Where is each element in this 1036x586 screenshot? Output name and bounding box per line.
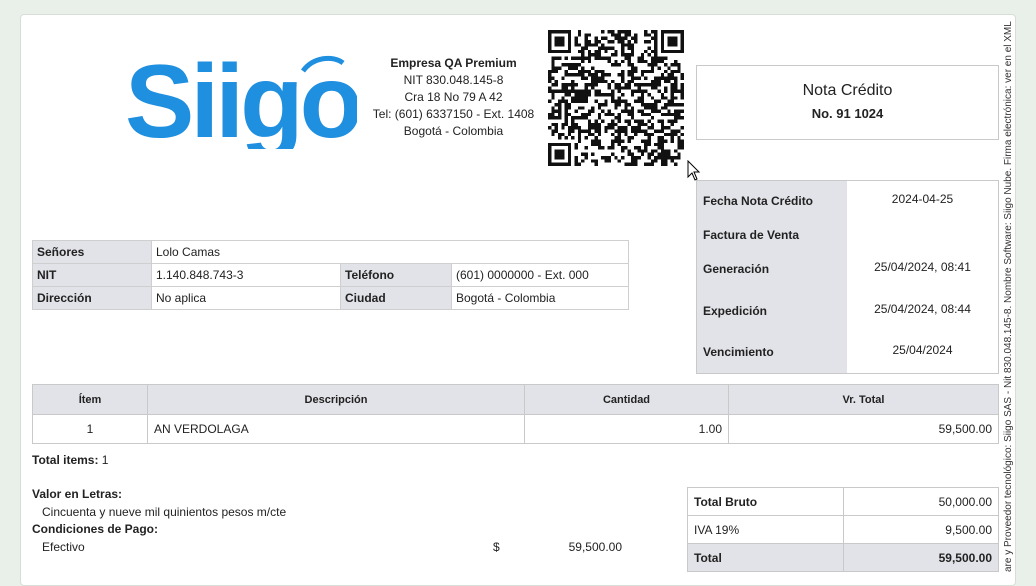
company-name: Empresa QA Premium xyxy=(390,56,517,70)
grand-total-value: 59,500.00 xyxy=(843,543,999,572)
senores-label: Señores xyxy=(32,240,152,264)
software-provider-note: are y Proveedor tecnológico: Siigo SAS -… xyxy=(1003,21,1014,572)
header-quantity: Cantidad xyxy=(524,384,729,415)
document-title-box: Nota Crédito No. 91 1024 xyxy=(696,65,999,140)
document-number: No. 91 1024 xyxy=(811,106,884,121)
dates-box: Fecha Nota Crédito 2024-04-25 Factura de… xyxy=(696,180,999,374)
date-value: 25/04/2024, 08:44 xyxy=(874,302,971,316)
date-label: Vencimiento xyxy=(703,345,774,359)
item-quantity: 1.00 xyxy=(524,414,729,444)
payment-currency: $ xyxy=(493,540,500,554)
iva-label: IVA 19% xyxy=(687,515,844,544)
nit-value: 1.140.848.743-3 xyxy=(151,263,341,287)
header-description: Descripción xyxy=(147,384,525,415)
document-sheet: Siigo Empresa QA Premium NIT 830.048.145… xyxy=(20,14,1016,586)
payment-amount: 59,500.00 xyxy=(568,540,622,554)
letters-label: Valor en Letras: xyxy=(32,487,123,501)
header-item: Ítem xyxy=(32,384,148,415)
table-row: 1 AN VERDOLAGA 1.00 59,500.00 xyxy=(32,414,999,444)
direccion-label: Dirección xyxy=(32,286,152,310)
company-phone: Tel: (601) 6337150 - Ext. 1408 xyxy=(372,107,535,121)
qr-code xyxy=(548,30,684,166)
company-address: Cra 18 No 79 A 42 xyxy=(404,90,503,104)
items-table: Ítem Descripción Cantidad Vr. Total 1 AN… xyxy=(32,384,999,444)
customer-row: Dirección No aplica Ciudad Bogotá - Colo… xyxy=(32,286,629,310)
customer-table: Señores Lolo Camas NIT 1.140.848.743-3 T… xyxy=(32,240,629,310)
company-city: Bogotá - Colombia xyxy=(403,124,504,138)
svg-text:Siigo: Siigo xyxy=(125,49,357,149)
total-items-value: 1 xyxy=(101,453,109,467)
total-bruto-label: Total Bruto xyxy=(687,487,844,516)
company-info: Empresa QA Premium NIT 830.048.145-8 Cra… xyxy=(356,55,551,140)
iva-value: 9,500.00 xyxy=(843,515,999,544)
date-value: 25/04/2024, 08:41 xyxy=(874,260,971,274)
item-total: 59,500.00 xyxy=(728,414,999,444)
telefono-value: (601) 0000000 - Ext. 000 xyxy=(451,263,629,287)
senores-value: Lolo Camas xyxy=(151,240,629,264)
mouse-cursor-icon xyxy=(687,160,701,181)
date-label: Expedición xyxy=(703,304,768,318)
date-value: 2024-04-25 xyxy=(891,192,954,206)
items-header-row: Ítem Descripción Cantidad Vr. Total xyxy=(32,384,999,415)
customer-row: NIT 1.140.848.743-3 Teléfono (601) 00000… xyxy=(32,263,629,287)
total-items-label: Total items: xyxy=(32,453,99,467)
item-description: AN VERDOLAGA xyxy=(147,414,525,444)
telefono-label: Teléfono xyxy=(340,263,452,287)
payment-label: Condiciones de Pago: xyxy=(32,522,159,536)
totals-row: Total Bruto 50,000.00 xyxy=(687,487,999,516)
date-label: Factura de Venta xyxy=(703,228,800,242)
totals-row: IVA 19% 9,500.00 xyxy=(687,515,999,544)
totals-table: Total Bruto 50,000.00 IVA 19% 9,500.00 T… xyxy=(687,487,999,572)
letters-value: Cincuenta y nueve mil quinientos pesos m… xyxy=(42,505,287,519)
date-value: 25/04/2024 xyxy=(892,343,953,357)
date-label: Generación xyxy=(703,262,770,276)
header-total: Vr. Total xyxy=(728,384,999,415)
nit-label: NIT xyxy=(32,263,152,287)
direccion-value: No aplica xyxy=(151,286,341,310)
siigo-logo: Siigo xyxy=(125,49,357,149)
total-bruto-value: 50,000.00 xyxy=(843,487,999,516)
totals-row: Total 59,500.00 xyxy=(687,543,999,572)
item-number: 1 xyxy=(32,414,148,444)
company-nit: NIT 830.048.145-8 xyxy=(403,73,504,87)
grand-total-label: Total xyxy=(687,543,844,572)
date-label: Fecha Nota Crédito xyxy=(703,194,814,208)
payment-method: Efectivo xyxy=(42,540,85,554)
total-items: Total items: 1 xyxy=(32,453,108,467)
document-title: Nota Crédito xyxy=(802,82,893,99)
customer-row: Señores Lolo Camas xyxy=(32,240,629,264)
ciudad-value: Bogotá - Colombia xyxy=(451,286,629,310)
ciudad-label: Ciudad xyxy=(340,286,452,310)
